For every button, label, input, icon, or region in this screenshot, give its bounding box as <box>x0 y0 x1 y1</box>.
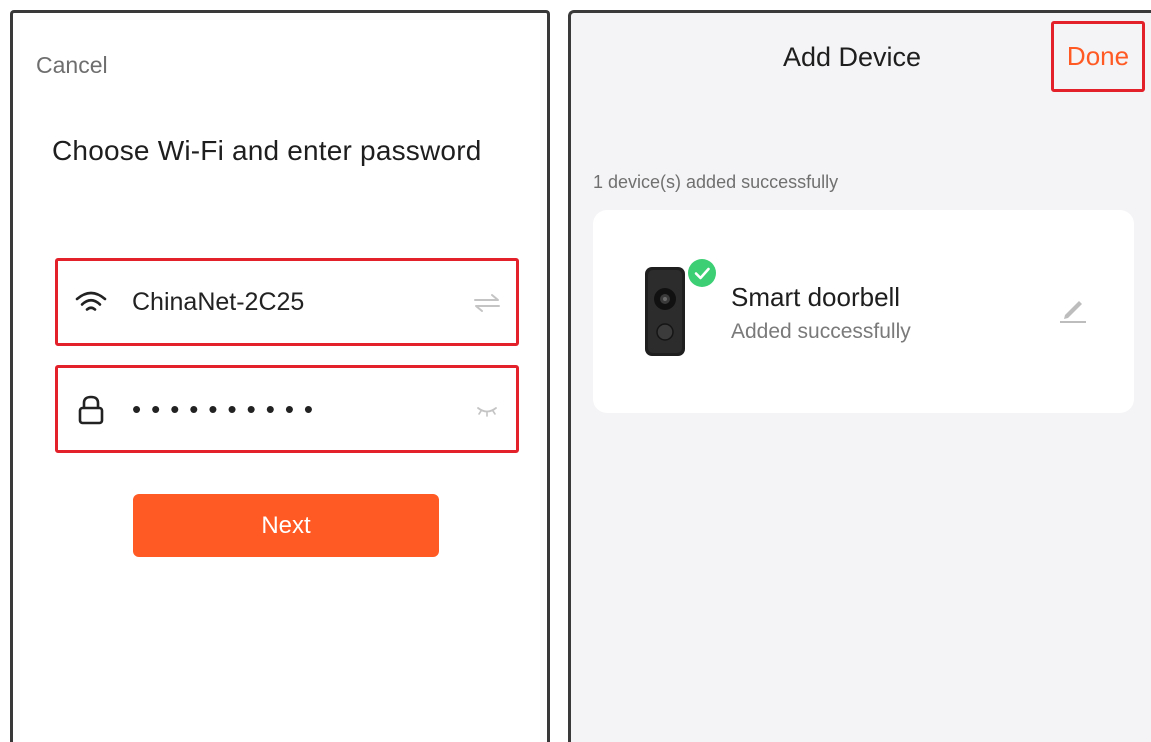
wifi-ssid-text: ChinaNet-2C25 <box>132 288 305 316</box>
doorbell-device-icon <box>645 267 685 356</box>
hide-password-icon[interactable] <box>472 398 502 422</box>
done-button[interactable]: Done <box>1051 21 1145 92</box>
device-name: Smart doorbell <box>731 282 901 312</box>
edit-pencil-icon[interactable] <box>1057 295 1089 325</box>
check-badge-icon <box>688 259 716 287</box>
header: Add Device Done <box>571 13 1151 103</box>
switch-network-icon[interactable] <box>472 291 502 315</box>
add-device-screen: Add Device Done 1 device(s) added succes… <box>568 10 1151 742</box>
done-label: Done <box>1066 41 1130 71</box>
device-card[interactable]: Smart doorbell Added successfully <box>593 210 1134 413</box>
status-text: 1 device(s) added successfully <box>593 172 839 192</box>
next-button[interactable]: Next <box>133 494 439 557</box>
password-masked-value: •••••••••• <box>132 394 324 424</box>
wifi-icon <box>75 291 107 311</box>
page-title: Choose Wi-Fi and enter password <box>52 135 482 166</box>
device-status: Added successfully <box>731 320 911 343</box>
lock-icon <box>78 395 104 425</box>
wifi-network-field[interactable]: ChinaNet-2C25 <box>55 258 519 346</box>
wifi-setup-screen: Cancel Choose Wi-Fi and enter password C… <box>10 10 550 742</box>
cancel-button[interactable]: Cancel <box>36 52 108 79</box>
password-field[interactable]: •••••••••• <box>55 365 519 453</box>
page-title: Add Device <box>783 42 922 72</box>
